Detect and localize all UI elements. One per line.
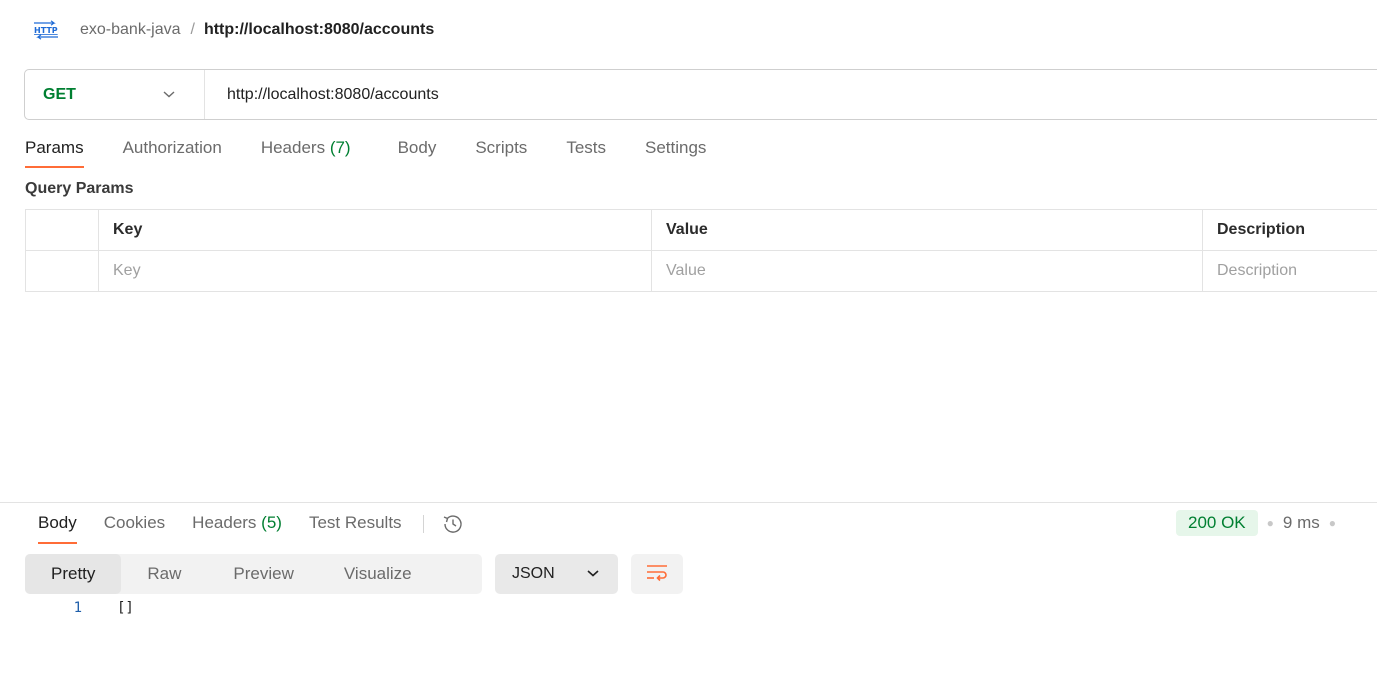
param-key-input[interactable]: Key: [98, 250, 652, 292]
wrap-lines-button[interactable]: [631, 554, 683, 594]
response-tab-test-results[interactable]: Test Results: [309, 513, 402, 544]
column-header-key: Key: [98, 209, 652, 251]
chevron-down-icon: [162, 86, 176, 104]
breadcrumb: HTTP exo-bank-java / http://localhost:80…: [32, 19, 434, 41]
tab-scripts[interactable]: Scripts: [475, 138, 527, 168]
http-icon: HTTP: [32, 20, 60, 40]
status-badge[interactable]: 200 OK: [1176, 510, 1258, 536]
response-tab-headers-label: Headers: [192, 513, 257, 532]
tab-authorization[interactable]: Authorization: [123, 138, 222, 168]
request-tabs: Params Authorization Headers (7) Body Sc…: [25, 138, 745, 172]
tab-params[interactable]: Params: [25, 138, 84, 168]
svg-text:HTTP: HTTP: [34, 26, 58, 35]
tab-headers-label: Headers: [260, 138, 326, 157]
language-select-label: JSON: [512, 565, 555, 582]
response-meta: 200 OK ● 9 ms ●: [1176, 510, 1345, 536]
format-pretty-button[interactable]: Pretty: [25, 554, 122, 594]
wrap-lines-icon: [645, 562, 669, 587]
method-label: GET: [43, 85, 76, 103]
breadcrumb-collection-link[interactable]: exo-bank-java: [80, 21, 181, 39]
url-input[interactable]: [205, 70, 1377, 119]
table-row: Key Value Description: [25, 250, 1377, 292]
divider: [422, 515, 424, 533]
language-select[interactable]: JSON: [495, 554, 618, 594]
response-tab-headers[interactable]: Headers (5): [192, 513, 282, 544]
tab-body[interactable]: Body: [398, 138, 437, 168]
tab-headers[interactable]: Headers (7): [261, 138, 351, 168]
row-checkbox-cell: [25, 250, 99, 292]
param-value-input[interactable]: Value: [651, 250, 1203, 292]
response-time[interactable]: 9 ms: [1283, 513, 1320, 533]
chevron-down-icon: [586, 565, 600, 583]
query-params-table: Key Value Description Key Value Descript…: [25, 209, 1377, 292]
separator-dot: ●: [1328, 516, 1336, 530]
format-visualize-button[interactable]: Visualize: [320, 554, 412, 594]
breadcrumb-request-name[interactable]: http://localhost:8080/accounts: [204, 21, 434, 39]
checkbox-column-header: [25, 209, 99, 251]
code-line[interactable]: []: [117, 600, 134, 616]
column-header-value: Value: [651, 209, 1203, 251]
tab-settings[interactable]: Settings: [645, 138, 706, 168]
history-icon[interactable]: [440, 513, 466, 535]
response-body-editor[interactable]: 1 []: [0, 600, 134, 616]
request-url-bar: GET: [24, 69, 1377, 120]
method-select[interactable]: GET: [25, 70, 205, 119]
response-format-group: Pretty Raw Preview Visualize: [25, 554, 482, 594]
response-tabs: Body Cookies Headers (5) Test Results: [38, 513, 466, 545]
response-tab-body[interactable]: Body: [38, 513, 77, 544]
param-description-input[interactable]: Description: [1202, 250, 1377, 292]
breadcrumb-separator: /: [190, 21, 195, 38]
response-tab-headers-count: (5): [261, 513, 282, 532]
format-preview-button[interactable]: Preview: [207, 554, 319, 594]
column-header-description: Description: [1202, 209, 1377, 251]
response-pane-divider[interactable]: [0, 502, 1377, 503]
tab-headers-count: (7): [329, 138, 351, 157]
query-params-title: Query Params: [25, 180, 134, 197]
line-number: 1: [73, 600, 82, 616]
tab-tests[interactable]: Tests: [566, 138, 606, 168]
response-tab-cookies[interactable]: Cookies: [104, 513, 165, 544]
separator-dot: ●: [1266, 516, 1274, 530]
table-header-row: Key Value Description: [25, 209, 1377, 251]
format-raw-button[interactable]: Raw: [121, 554, 207, 594]
